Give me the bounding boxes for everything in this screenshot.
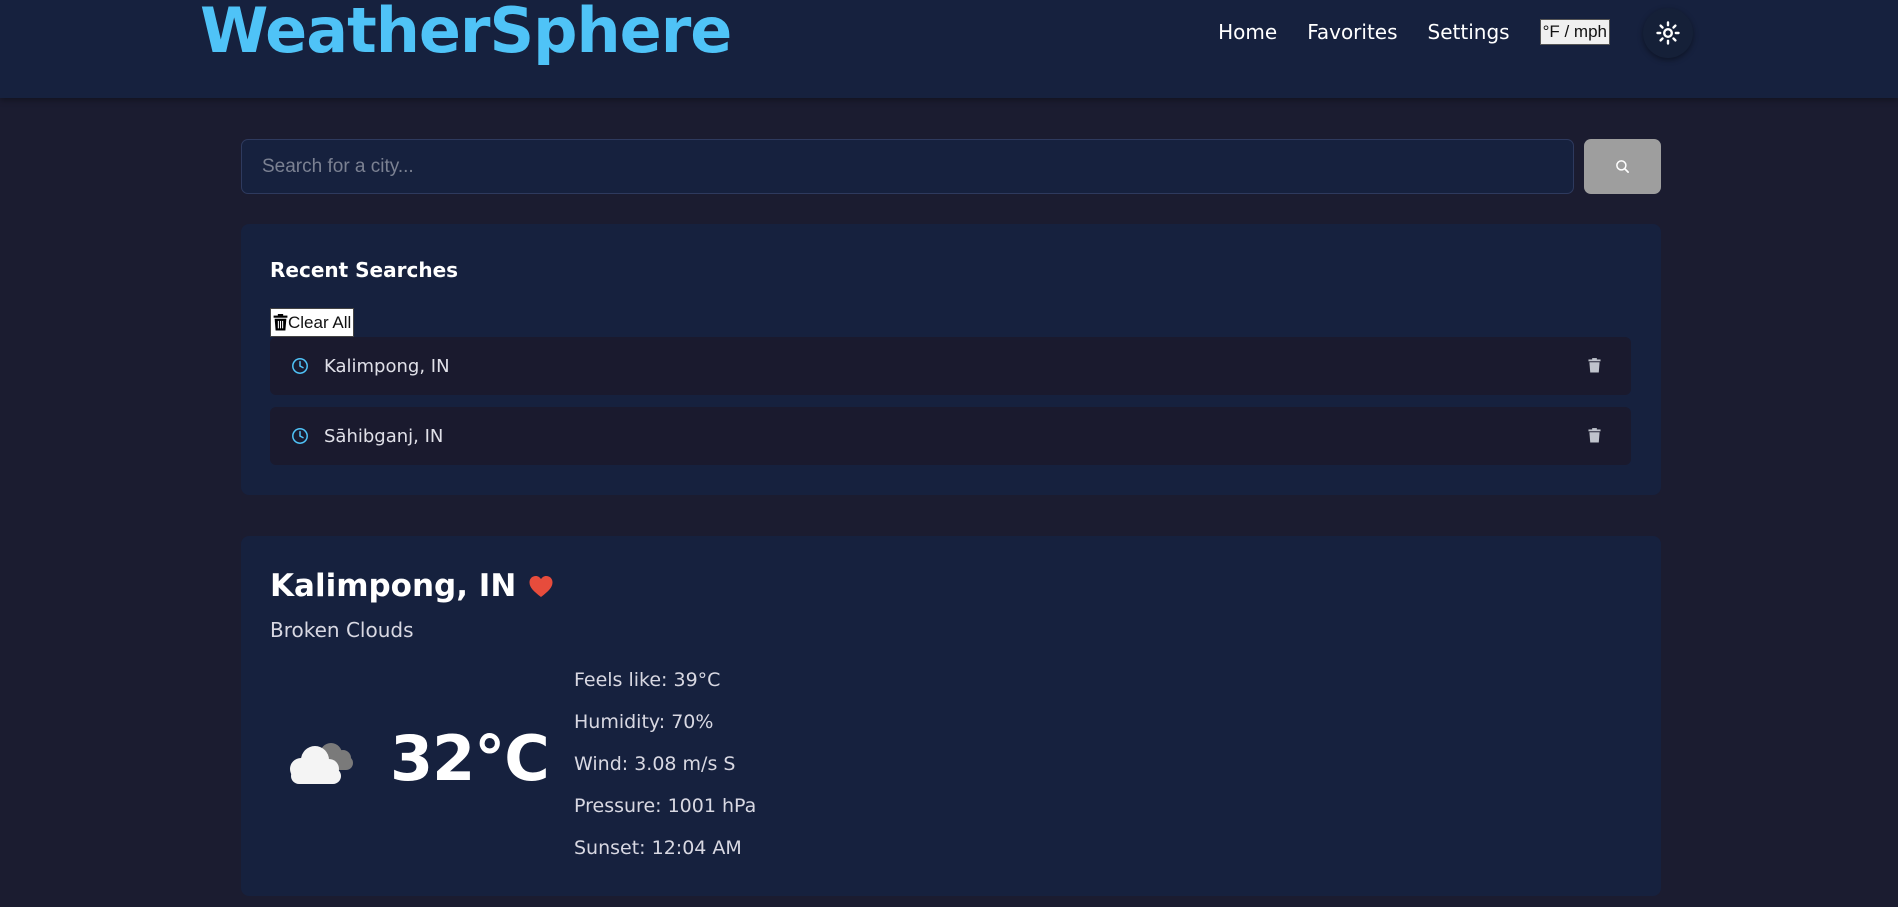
nav-favorites[interactable]: Favorites (1307, 20, 1397, 44)
main-nav: Home Favorites Settings °F / mph (1218, 8, 1693, 58)
weather-details: Feels like: 39°C Humidity: 70% Wind: 3.0… (574, 667, 756, 877)
recent-search-item[interactable]: Sāhibganj, IN (270, 407, 1631, 465)
recent-searches-title: Recent Searches (270, 258, 459, 282)
recent-search-city: Kalimpong, IN (324, 355, 450, 377)
clock-icon (291, 427, 309, 445)
weather-city-name: Kalimpong, IN (270, 568, 517, 604)
brand-logo[interactable]: WeatherSphere (200, 0, 732, 67)
nav-settings[interactable]: Settings (1428, 20, 1510, 44)
search-button[interactable] (1584, 139, 1661, 194)
theme-toggle-button[interactable] (1643, 8, 1693, 58)
temperature-value: 32°C (390, 722, 550, 795)
current-weather-card: Kalimpong, IN Broken Clouds 32°C Feels l… (241, 536, 1661, 896)
unit-toggle-button[interactable]: °F / mph (1539, 19, 1610, 45)
clear-all-label: Clear All (288, 312, 352, 332)
sun-icon (1656, 21, 1680, 45)
app-header: WeatherSphere Home Favorites Settings °F… (0, 0, 1898, 98)
weather-city-heading: Kalimpong, IN (270, 568, 554, 604)
wind: Wind: 3.08 m/s S (574, 753, 736, 775)
recent-searches-panel: Recent Searches Clear All Kalimpong, IN (241, 224, 1661, 495)
sunset: Sunset: 12:04 AM (574, 837, 742, 859)
pressure: Pressure: 1001 hPa (574, 795, 757, 817)
favorite-heart-icon[interactable] (528, 575, 554, 598)
delete-icon[interactable] (1588, 428, 1601, 443)
feels-like: Feels like: 39°C (574, 669, 721, 691)
broken-clouds-icon (281, 736, 357, 792)
recent-search-item[interactable]: Kalimpong, IN (270, 337, 1631, 395)
weather-description: Broken Clouds (270, 618, 414, 642)
search-input[interactable] (241, 139, 1574, 194)
clock-icon (291, 357, 309, 375)
clear-all-button[interactable]: Clear All (270, 308, 355, 337)
delete-icon[interactable] (1588, 358, 1601, 373)
nav-home[interactable]: Home (1218, 20, 1277, 44)
recent-search-city: Sāhibganj, IN (324, 425, 444, 447)
trash-icon (273, 314, 288, 331)
humidity: Humidity: 70% (574, 711, 714, 733)
search-icon (1616, 160, 1629, 173)
